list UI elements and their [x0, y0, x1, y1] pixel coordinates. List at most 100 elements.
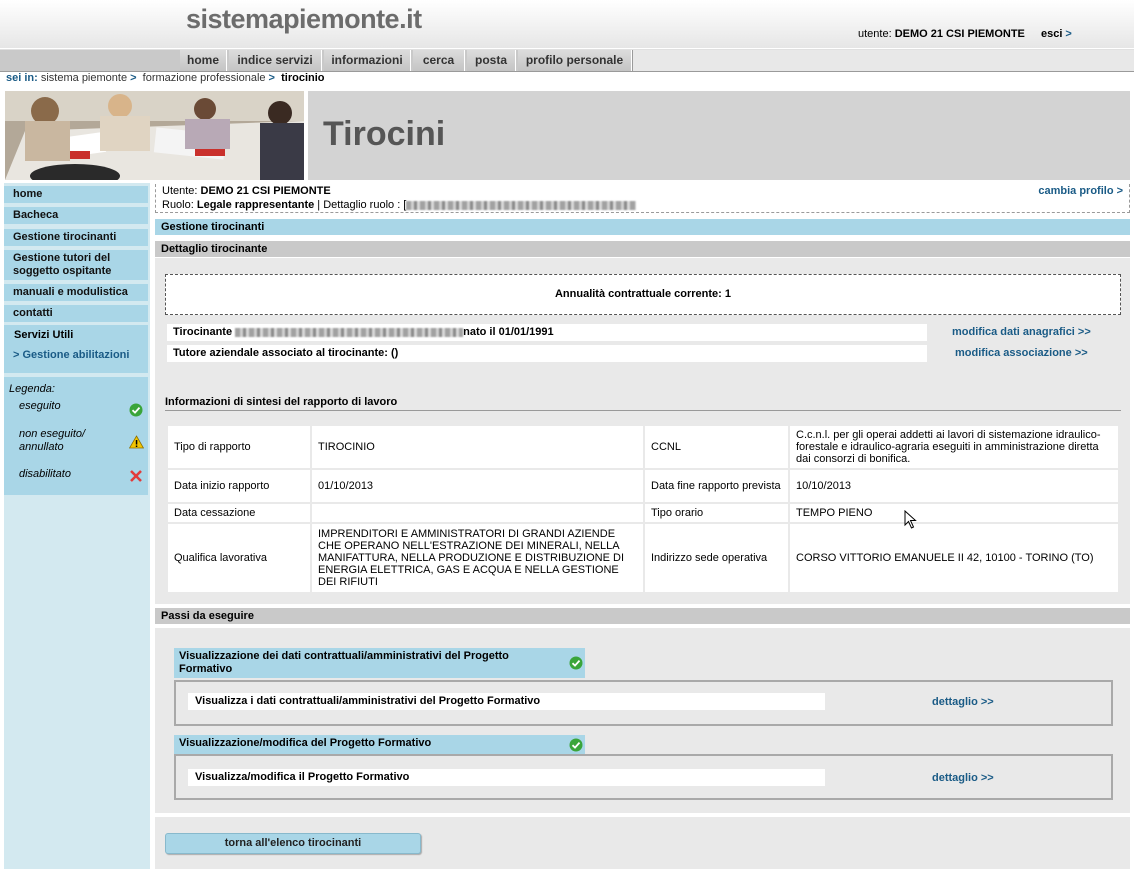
- data-fine-value: 10/10/2013: [790, 470, 1118, 502]
- step-header-progetto: Visualizzazione/modifica del Progetto Fo…: [174, 735, 585, 754]
- rapporto-table: Tipo di rapporto TIROCINIO CCNL C.c.n.l.…: [166, 424, 1120, 594]
- logout-link[interactable]: esci >: [1041, 28, 1072, 40]
- legend-box: Legenda: eseguito non eseguito/ annullat…: [4, 377, 148, 495]
- ruolo-label: Ruolo:: [162, 199, 194, 211]
- logout-label[interactable]: esci: [1041, 28, 1062, 40]
- check-circle-icon: [569, 656, 583, 674]
- legend-title: Legenda:: [9, 383, 55, 395]
- data-inizio-label: Data inizio rapporto: [168, 470, 310, 502]
- menu-informazioni[interactable]: informazioni: [324, 50, 411, 71]
- chevron-right-icon: >: [1065, 28, 1072, 40]
- sidebar-item-gestione-tirocinanti[interactable]: Gestione tirocinanti: [4, 229, 148, 246]
- sidebar-item-manuali[interactable]: manuali e modulistica: [4, 284, 148, 301]
- ruolo-line: Ruolo: Legale rappresentante | Dettaglio…: [162, 199, 637, 211]
- qualifica-value: IMPRENDITORI E AMMINISTRATORI DI GRANDI …: [312, 524, 643, 592]
- chevron-right-icon: >: [268, 72, 275, 84]
- sidebar-item-home[interactable]: home: [4, 186, 148, 203]
- data-cessazione-value: [312, 504, 643, 522]
- menu-indice-servizi[interactable]: indice servizi: [229, 50, 322, 71]
- breadcrumb: sei in: sistema piemonte > formazione pro…: [6, 72, 325, 84]
- top-menu: home indice servizi informazioni cerca p…: [0, 49, 1134, 72]
- step-box-contrattuali: Visualizza i dati contrattuali/amministr…: [174, 680, 1113, 726]
- dettaglio-panel: Annualità contrattuale corrente: 1 Tiroc…: [155, 258, 1130, 604]
- utente-name: DEMO 21 CSI PIEMONTE: [200, 185, 331, 197]
- table-row: Data inizio rapporto 01/10/2013 Data fin…: [168, 470, 1118, 502]
- legend-disabled-label: disabilitato: [19, 468, 71, 480]
- warning-triangle-icon: [128, 435, 145, 452]
- annualita-label: Annualità contrattuale corrente:: [554, 288, 722, 300]
- tutore-line: Tutore aziendale associato al tirocinant…: [167, 345, 927, 362]
- sidebar-item-bacheca[interactable]: Bacheca: [4, 207, 148, 224]
- section-passi-da-eseguire: Passi da eseguire: [155, 608, 1130, 624]
- sintesi-title: Informazioni di sintesi del rapporto di …: [165, 396, 1121, 411]
- cambia-profilo-link[interactable]: cambia profilo >: [1038, 185, 1123, 197]
- site-logo[interactable]: sistemapiemonte.it: [186, 4, 422, 35]
- tirocinante-nato: nato il 01/01/1991: [463, 326, 554, 338]
- ccnl-value: C.c.n.l. per gli operai addetti ai lavor…: [790, 426, 1118, 468]
- tirocinante-line: Tirocinante nato il 01/01/1991: [167, 324, 927, 341]
- menu-filler: [632, 50, 1134, 71]
- cambia-profilo-label[interactable]: cambia profilo: [1038, 185, 1113, 197]
- table-row: Data cessazione Tipo orario TEMPO PIENO: [168, 504, 1118, 522]
- breadcrumb-item-sistema-piemonte[interactable]: sistema piemonte: [41, 72, 127, 84]
- step-item-progetto: Visualizza/modifica il Progetto Formativ…: [188, 769, 825, 786]
- sede-value: CORSO VITTORIO EMANUELE II 42, 10100 - T…: [790, 524, 1118, 592]
- section-gestione-tirocinanti: Gestione tirocinanti: [155, 219, 1130, 235]
- data-inizio-value: 01/10/2013: [312, 470, 643, 502]
- sidebar-item-contatti[interactable]: contatti: [4, 305, 148, 322]
- dettaglio-ruolo-label: | Dettaglio ruolo : [: [317, 199, 407, 211]
- modifica-anagrafici-link[interactable]: modifica dati anagrafici >>: [952, 326, 1091, 338]
- step-item-contrattuali: Visualizza i dati contrattuali/amministr…: [188, 693, 825, 710]
- menu-cerca[interactable]: cerca: [413, 50, 465, 71]
- ruolo-value: Legale rappresentante: [196, 199, 315, 211]
- modifica-associazione-link[interactable]: modifica associazione >>: [955, 347, 1088, 359]
- ccnl-label: CCNL: [645, 426, 788, 468]
- redacted-text: [235, 327, 464, 337]
- tipo-orario-value: TEMPO PIENO: [790, 504, 1118, 522]
- data-fine-label: Data fine rapporto prevista: [645, 470, 788, 502]
- breadcrumb-current: tirocinio: [281, 72, 325, 84]
- chevron-right-icon: >: [13, 349, 20, 361]
- step-title: Visualizzazione dei dati contrattuali/am…: [179, 650, 509, 675]
- breadcrumb-prefix: sei in:: [6, 72, 38, 84]
- torna-elenco-button[interactable]: torna all'elenco tirocinanti: [165, 833, 421, 854]
- step-title: Visualizzazione/modifica del Progetto Fo…: [179, 737, 432, 749]
- menu-profilo-personale[interactable]: profilo personale: [518, 50, 632, 71]
- menu-home[interactable]: home: [180, 50, 227, 71]
- sidebar-item-gestione-tutori[interactable]: Gestione tutori del soggetto ospitante: [4, 250, 148, 280]
- qualifica-label: Qualifica lavorativa: [168, 524, 310, 592]
- tirocinante-label: Tirocinante: [173, 326, 233, 338]
- user-indicator: utente: DEMO 21 CSI PIEMONTE: [858, 28, 1025, 40]
- step-header-contrattuali: Visualizzazione dei dati contrattuali/am…: [174, 648, 585, 678]
- dettaglio-link-contrattuali[interactable]: dettaglio >>: [932, 696, 994, 708]
- banner-photo: [5, 91, 304, 180]
- user-label: utente:: [858, 28, 892, 40]
- table-row: Qualifica lavorativa IMPRENDITORI E AMMI…: [168, 524, 1118, 592]
- chevron-right-icon: >: [1116, 185, 1123, 197]
- step-box-progetto: Visualizza/modifica il Progetto Formativ…: [174, 754, 1113, 800]
- sede-label: Indirizzo sede operativa: [645, 524, 788, 592]
- site-header: sistemapiemonte.it utente: DEMO 21 CSI P…: [0, 0, 1134, 48]
- annualita-value: 1: [724, 288, 732, 300]
- utente-label: Utente:: [162, 185, 198, 197]
- dettaglio-link-progetto[interactable]: dettaglio >>: [932, 772, 994, 784]
- utente-line: Utente: DEMO 21 CSI PIEMONTE: [162, 185, 331, 197]
- user-profile-box: Utente: DEMO 21 CSI PIEMONTE Ruolo: Lega…: [155, 184, 1130, 213]
- user-name: DEMO 21 CSI PIEMONTE: [894, 28, 1025, 40]
- sidebar-link-gestione-abilitazioni[interactable]: > Gestione abilitazioni: [13, 349, 129, 361]
- page-title: Tirocini: [323, 115, 446, 153]
- mouse-cursor-icon: [904, 509, 918, 533]
- servizi-title: Servizi Utili: [14, 329, 74, 341]
- red-x-icon: [129, 469, 143, 486]
- passi-panel: Visualizzazione dei dati contrattuali/am…: [155, 628, 1130, 813]
- check-circle-icon: [569, 738, 583, 756]
- chevron-right-icon: >: [130, 72, 137, 84]
- banner-title-box: Tirocini: [308, 91, 1130, 180]
- annualita-box: Annualità contrattuale corrente: 1: [165, 274, 1121, 315]
- menu-posta[interactable]: posta: [467, 50, 516, 71]
- legend-done-label: eseguito: [19, 400, 61, 412]
- tipo-rapporto-value: TIROCINIO: [312, 426, 643, 468]
- gestione-abilitazioni-label[interactable]: Gestione abilitazioni: [23, 349, 130, 361]
- breadcrumb-item-formazione[interactable]: formazione professionale: [143, 72, 266, 84]
- back-panel: torna all'elenco tirocinanti: [155, 817, 1130, 869]
